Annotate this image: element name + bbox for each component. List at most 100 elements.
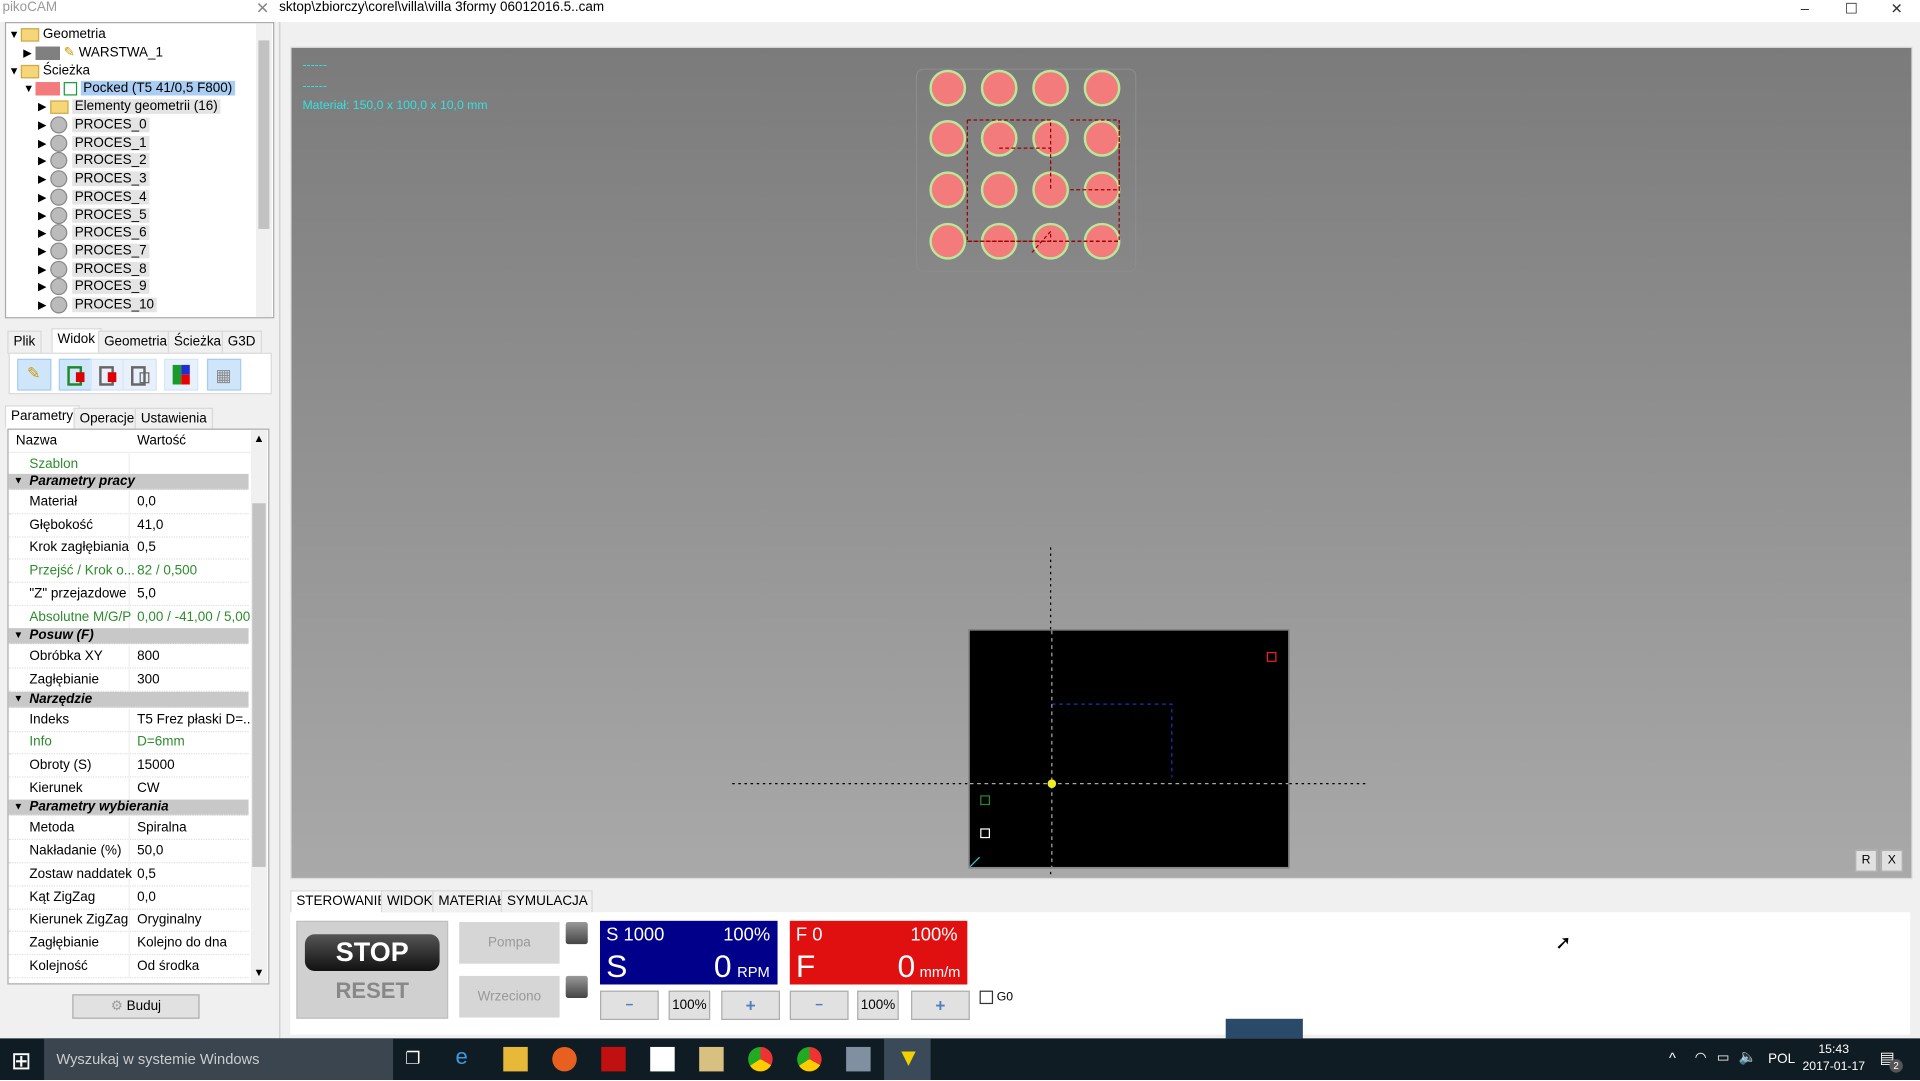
battery-icon[interactable]: ▭ [1717,1049,1730,1066]
scroll-down-icon[interactable]: ▼ [253,966,264,978]
minimize-button[interactable]: – [1783,0,1827,17]
app-icon[interactable] [846,1046,871,1072]
property-value[interactable]: T5 Frez płaski D=... [137,708,254,730]
tree-node-proces[interactable]: ▶ PROCES_9 [38,278,150,296]
grid-view-button[interactable]: ▦ [206,358,242,391]
tree-node-proces[interactable]: ▶ PROCES_1 [38,134,150,152]
grid-row[interactable]: Absolutne M/G/P 0,00 / -41,00 / 5,00 [8,605,250,629]
grid-row[interactable]: Kąt ZigZag 0,0 [8,885,249,910]
expanded-arrow-icon[interactable]: ▼ [23,80,35,97]
tab-widok[interactable]: Widok [51,328,102,354]
file-explorer-icon[interactable] [503,1046,528,1072]
tree-node-geometria[interactable]: ▼ Geometria [9,26,106,43]
grid-row[interactable]: Zagłębianie 300 [8,668,249,692]
feed-minus-button[interactable]: − [789,990,849,1021]
view-green-red-button[interactable] [58,358,94,391]
tree-node-proces[interactable]: ▶ PROCES_2 [38,152,150,170]
spindle-minus-button[interactable]: − [600,990,659,1021]
tree-node-warstwa[interactable]: ▶ ✎ WARSTWA_1 [23,44,163,61]
windows-start-icon[interactable]: ⊞ [11,1046,32,1077]
grid-row[interactable]: Indeks T5 Frez płaski D=... [8,708,254,732]
collapsed-arrow-icon[interactable]: ▶ [38,278,50,295]
tab-geometria[interactable]: Geometria [97,330,174,354]
scrollbar-thumb[interactable] [252,503,266,867]
expanded-arrow-icon[interactable]: ▼ [9,26,21,43]
tree-node-proces[interactable]: ▶ PROCES_8 [38,260,150,278]
tab-widok-bottom[interactable]: WIDOK [380,890,439,914]
wifi-icon[interactable]: ◠ [1695,1049,1707,1066]
tab-material[interactable]: MATERIAŁ [432,890,511,914]
grid-category[interactable]: ▼ Narzędzie [8,691,249,708]
view-gray-button[interactable] [122,358,157,391]
tree-node-proces[interactable]: ▶ PROCES_6 [38,224,150,242]
property-value[interactable]: 0,00 / -41,00 / 5,00 [137,606,250,628]
store-icon[interactable] [650,1046,675,1072]
property-value[interactable]: Kolejno do dna [137,932,227,954]
grid-row[interactable]: Kolejność Od środka [8,954,249,978]
tree-node-elementy[interactable]: ▶ Elementy geometrii (16) [38,98,221,115]
tab-sciezka[interactable]: Ścieżka [167,330,228,354]
tree-node-proces[interactable]: ▶ PROCES_4 [38,188,150,206]
property-value[interactable]: 41,0 [137,514,163,536]
pikocam-taskbar-button[interactable]: ▼ [884,1038,931,1081]
tab-parametry[interactable]: Parametry [4,405,80,429]
property-value[interactable]: 15000 [137,754,174,776]
stop-button[interactable]: STOP [304,934,440,972]
acrobat-icon[interactable] [601,1046,626,1072]
grid-row[interactable]: "Z" przejazdowe 5,0 [8,582,249,606]
collapsed-arrow-icon[interactable]: ▶ [38,260,50,277]
grid-category[interactable]: ▼ Posuw (F) [8,628,249,645]
grid-row[interactable]: Głębokość 41,0 [8,513,249,538]
view-color-button[interactable] [164,358,199,391]
tab-sterowanie[interactable]: STEROWANIE [290,890,393,914]
property-value[interactable]: 0,0 [137,491,156,513]
tree-node-proces[interactable]: ▶ PROCES_0 [38,116,150,134]
collapsed-arrow-icon[interactable]: ▶ [38,296,50,313]
grid-row[interactable]: Zostaw naddatek 0,5 [8,863,249,887]
collapsed-arrow-icon[interactable]: ▶ [38,116,50,133]
tree-node-proces[interactable]: ▶ PROCES_3 [38,170,150,188]
grid-row[interactable]: Krok zagłębiania 0,5 [8,536,249,561]
tab-operacje[interactable]: Operacje [73,407,141,432]
clock-date[interactable]: 2017-01-17 [1802,1060,1865,1073]
collapsed-arrow-icon[interactable]: ▶ [23,44,35,61]
expanded-arrow-icon[interactable]: ▼ [13,628,23,643]
grid-row[interactable]: Metoda Spiralna [8,817,249,841]
grid-row[interactable]: Materiał 0,0 [8,491,249,515]
scrollbar-thumb[interactable] [258,40,270,229]
collapsed-arrow-icon[interactable]: ▶ [38,170,50,187]
property-value[interactable]: 50,0 [137,840,163,862]
tab-plik[interactable]: Plik [7,330,42,354]
tree-scrollbar[interactable] [255,23,272,318]
collapsed-arrow-icon[interactable]: ▶ [38,152,50,169]
feed-plus-button[interactable]: + [911,990,970,1021]
folder-app-icon[interactable] [699,1046,724,1072]
tab-ustawienia[interactable]: Ustawienia [134,407,213,432]
property-value[interactable]: 82 / 0,500 [137,560,197,582]
collapsed-arrow-icon[interactable]: ▶ [38,134,50,151]
property-value[interactable]: 800 [137,646,159,668]
property-value[interactable]: Spiralna [137,817,186,839]
language-indicator[interactable]: POL [1768,1052,1795,1067]
grid-row[interactable]: Obroty (S) 15000 [8,754,249,778]
search-box[interactable]: Wyszukaj w systemie Windows [44,1038,394,1081]
property-value[interactable]: 300 [137,668,159,690]
grid-category[interactable]: ▼ Parametry pracy [8,473,249,490]
grid-row[interactable]: Przejść / Krok o... 82 / 0,500 [8,559,249,583]
maximize-button[interactable]: ☐ [1829,0,1873,17]
spindle-plus-button[interactable]: + [721,990,781,1021]
property-value[interactable]: 5,0 [137,583,156,605]
grid-row[interactable]: Kierunek CW [8,777,249,801]
grid-row[interactable]: Obróbka XY 800 [8,645,249,669]
close-button[interactable]: ✕ [1875,0,1919,17]
property-value[interactable]: Od środka [137,955,199,977]
tree-node-proces[interactable]: ▶ PROCES_7 [38,242,150,260]
mini-toolbar-widget[interactable] [1225,1018,1303,1039]
tree-node-sciezka[interactable]: ▼ Ścieżka [9,62,90,79]
property-value[interactable]: 0,5 [137,863,156,885]
g0-checkbox[interactable] [979,990,994,1005]
volume-icon[interactable]: 🔈 [1739,1048,1757,1065]
reset-view-button[interactable]: R [1855,849,1878,872]
firefox-icon[interactable] [552,1046,577,1072]
expanded-arrow-icon[interactable]: ▼ [13,474,23,489]
